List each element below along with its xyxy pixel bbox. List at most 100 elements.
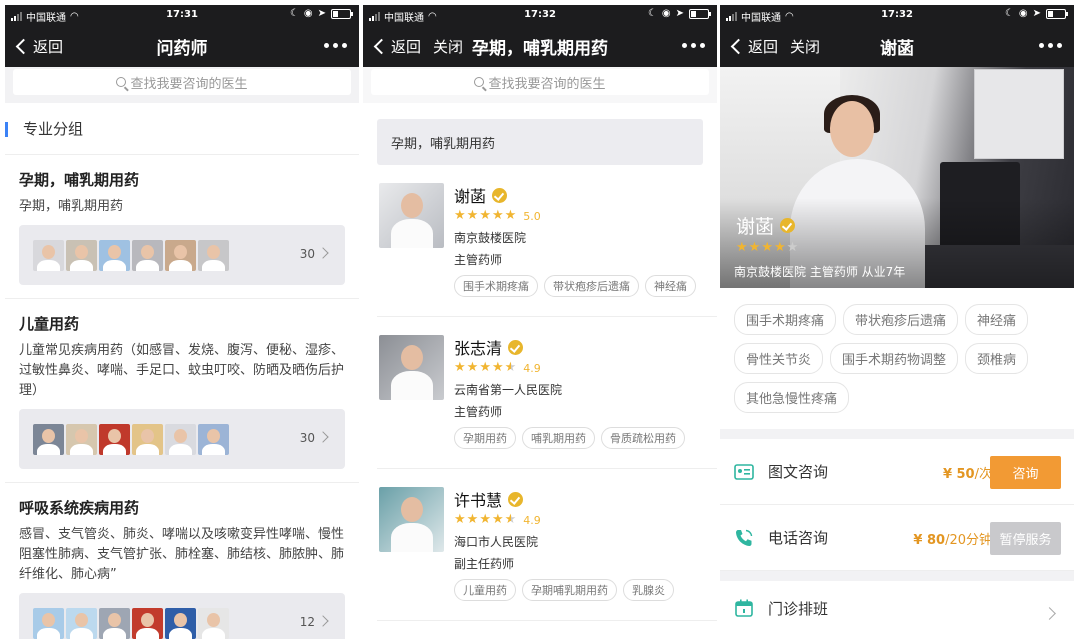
nav-bar: 返回 关闭 谢菡 [720, 25, 1074, 67]
hero-doctor-name: 谢菡 [736, 216, 775, 238]
star-icon: ★ [491, 512, 504, 527]
hero-name-row: 谢菡 [736, 212, 796, 239]
hero-doctor-info: 南京鼓楼医院 主管药师 从业7年 [734, 265, 906, 279]
rating-stars: ★ ★ ★ ★ ★ 4.9 [454, 513, 541, 527]
search-placeholder: 查找我要咨询的医生 [488, 76, 606, 92]
avatar [165, 239, 196, 271]
moon-icon: ☾ [647, 8, 657, 19]
star-icon: ★ [454, 208, 466, 223]
group-item[interactable]: 儿童用药 儿童常见疾病用药（如感冒、发烧、腹泻、便秘、湿疹、过敏性鼻炎、哮喘、手… [5, 299, 359, 483]
avatar [132, 239, 163, 271]
search-input[interactable]: 查找我要咨询的医生 [13, 69, 351, 95]
close-button[interactable]: 关闭 [790, 36, 820, 57]
star-empty-icon: ★ [786, 240, 799, 255]
more-icon[interactable] [324, 43, 347, 48]
star-icon: ★ [491, 208, 504, 223]
service-label: 图文咨询 [768, 463, 829, 481]
doctor-card[interactable]: 许书慧 ★ ★ ★ ★ ★ 4.9 海口市人民医院 副主任药师 儿童用药 孕期哺乳期用药… [377, 469, 717, 621]
star-icon: ★ [479, 512, 491, 527]
specialty-tag: 神经痛 [965, 304, 1029, 335]
star-icon: ★ [491, 360, 504, 375]
screen-pharmacist-list: 中国联通 ◠ 17:31 ☾ ◉ ➤ 返回 问药师 查找我要咨询的医生 专业分组 孕期… [5, 5, 359, 639]
doctor-photo [379, 487, 444, 552]
search-input[interactable]: 查找我要咨询的医生 [371, 69, 709, 95]
group-title: 孕期，哺乳期用药 [19, 171, 140, 189]
nav-bar: 返回 问药师 [5, 25, 359, 67]
schedule-label: 门诊排班 [768, 599, 829, 618]
rating-value: 4.9 [523, 513, 541, 527]
specialty-tag: 带状疱疹后遗痛 [843, 304, 959, 335]
star-half-icon: ★ [504, 360, 517, 375]
verified-badge-icon [492, 187, 508, 203]
more-icon[interactable] [1039, 43, 1062, 48]
rating-value: 4.9 [523, 361, 541, 375]
doctor-card[interactable]: 谢菡 ★ ★ ★ ★ ★ 5.0 南京鼓楼医院 主管药师 围手术期疼痛 带状疱疹后遗痛 … [377, 165, 717, 317]
doctor-photo [379, 335, 444, 400]
lock-rotation-icon: ◉ [303, 8, 313, 19]
price-unit: /20分钟 [945, 533, 992, 548]
back-label: 返回 [748, 37, 779, 56]
status-bar: 中国联通 ◠ 17:32 ☾ ◉ ➤ [363, 5, 717, 25]
group-list: 专业分组 孕期，哺乳期用药 孕期，哺乳期用药 30 儿童用药 儿童常见疾病用药（… [5, 103, 359, 639]
verified-badge-icon [780, 218, 796, 233]
verified-badge-icon [508, 491, 524, 507]
star-half-icon: ★ [504, 512, 517, 527]
star-icon: ★ [466, 360, 479, 375]
search-bar: 查找我要咨询的医生 [363, 67, 717, 103]
battery-icon [689, 8, 711, 19]
rating-stars: ★ ★ ★ ★ ★ 4.9 [454, 361, 541, 375]
more-icon[interactable] [682, 43, 705, 48]
avatar [66, 239, 97, 271]
chevron-left-icon [373, 38, 390, 54]
doctor-hospital: 南京鼓楼医院 [454, 231, 527, 245]
back-button[interactable]: 返回 [730, 36, 778, 57]
doctor-hospital: 海口市人民医院 [454, 535, 539, 549]
group-doctors-card[interactable]: 12 [19, 593, 345, 639]
group-doctors-card[interactable]: 30 [19, 409, 345, 469]
doctor-card[interactable]: 张志清 ★ ★ ★ ★ ★ 4.9 云南省第一人民医院 主管药师 孕期用药 哺乳期用药 … [377, 317, 717, 469]
star-icon: ★ [466, 208, 479, 223]
schedule-row[interactable]: 门诊排班 [720, 571, 1074, 635]
specialty-tag: 其他急慢性疼痛 [734, 382, 850, 413]
doctor-count: 30 [299, 247, 315, 261]
specialty-tag: 颈椎病 [965, 343, 1029, 374]
specialty-tag: 围手术期疼痛 [454, 275, 538, 297]
avatar [66, 607, 97, 639]
star-icon: ★ [479, 360, 491, 375]
consult-button[interactable]: 咨询 [990, 456, 1061, 489]
star-icon: ★ [748, 240, 761, 255]
paused-service-button[interactable]: 暂停服务 [990, 522, 1061, 555]
avatar [33, 239, 64, 271]
avatar [33, 607, 64, 639]
service-price: ¥ 80/20分钟 [913, 529, 992, 548]
doctor-title: 主管药师 [454, 253, 503, 267]
star-icon: ★ [761, 240, 773, 255]
group-title: 儿童用药 [19, 315, 80, 333]
star-icon: ★ [454, 512, 466, 527]
back-button[interactable]: 返回 [373, 36, 421, 57]
rating-value: 5.0 [523, 209, 541, 223]
specialty-tag: 围手术期疼痛 [734, 304, 837, 335]
service-text-consult: 图文咨询 ¥ 50/次 咨询 [720, 439, 1074, 505]
specialty-tag: 儿童用药 [454, 579, 516, 601]
back-button[interactable]: 返回 [15, 36, 63, 57]
specialty-tags: 围手术期疼痛 带状疱疹后遗痛 神经痛 骨性关节炎 围手术期药物调整 颈椎病 其他… [720, 288, 1074, 439]
service-price: ¥ 50/次 [943, 463, 992, 482]
doctor-name-row: 许书慧 [454, 487, 524, 511]
status-bar: 中国联通 ◠ 17:32 ☾ ◉ ➤ [720, 5, 1074, 25]
back-label: 返回 [391, 37, 422, 56]
close-button[interactable]: 关闭 [433, 36, 463, 57]
star-icon: ★ [466, 512, 479, 527]
battery-icon [1046, 8, 1068, 19]
avatar [165, 607, 196, 639]
avatar [165, 423, 196, 455]
group-title: 呼吸系统疾病用药 [19, 499, 140, 517]
group-item[interactable]: 呼吸系统疾病用药 感冒、支气管炎、肺炎、哮喘以及咳嗽变异性哮喘、慢性阻塞性肺病、… [5, 483, 359, 639]
group-doctors-card[interactable]: 30 [19, 225, 345, 285]
star-icon: ★ [479, 208, 491, 223]
group-item[interactable]: 孕期，哺乳期用药 孕期，哺乳期用药 30 [5, 155, 359, 299]
price-amount: ¥ 80 [913, 533, 946, 548]
specialty-tag: 乳腺炎 [623, 579, 674, 601]
doctor-photo [379, 183, 444, 248]
avatar [198, 423, 229, 455]
